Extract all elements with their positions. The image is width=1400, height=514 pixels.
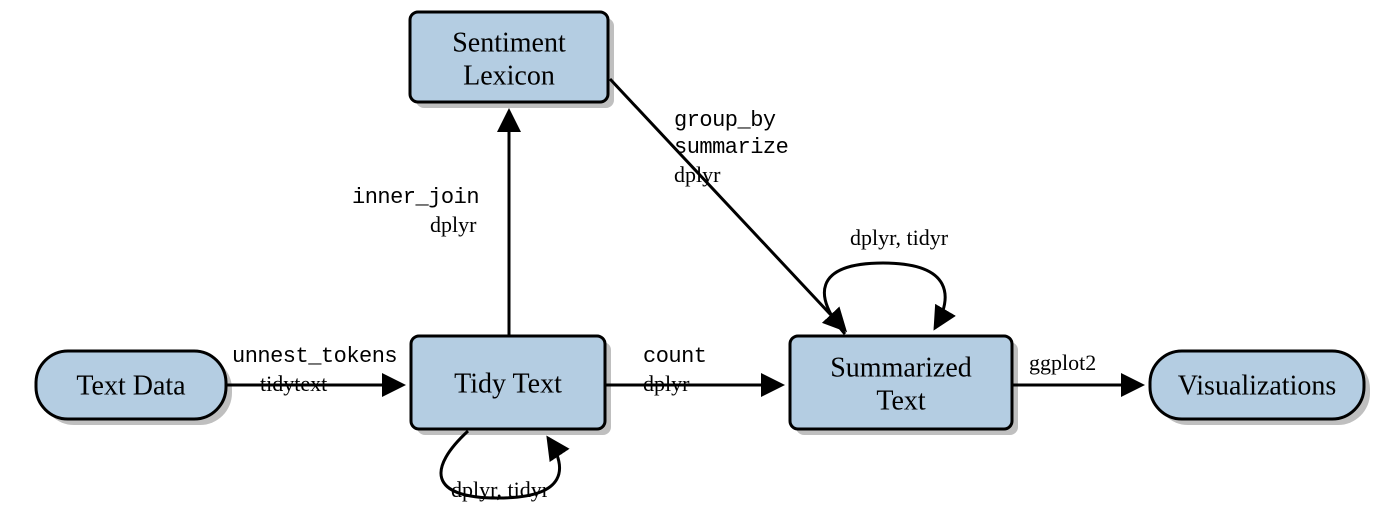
node-visualizations: Visualizations xyxy=(1150,351,1370,425)
node-tidy-text: Tidy Text xyxy=(411,336,611,435)
node-text-data: Text Data xyxy=(36,351,232,425)
edge-label-dplyr-groupby: dplyr xyxy=(674,162,788,188)
node-summarized-text-label-2: Text xyxy=(876,385,926,416)
edge-label-inner-join: inner_join xyxy=(352,185,479,210)
node-sentiment-lexicon: Sentiment Lexicon xyxy=(410,12,614,108)
edge-label-dplyr-count: dplyr xyxy=(643,371,707,397)
node-text-data-label: Text Data xyxy=(76,370,186,401)
edge-label-ggplot2: ggplot2 xyxy=(1029,350,1096,376)
node-tidy-text-label: Tidy Text xyxy=(454,368,562,399)
node-sentiment-lexicon-label-2: Lexicon xyxy=(463,60,555,91)
edge-label-count: count xyxy=(643,344,707,369)
edge-label-group-by: group_by xyxy=(674,108,788,133)
edge-label-dplyr-ij: dplyr xyxy=(352,212,479,238)
edge-label-summarize: summarize xyxy=(674,135,788,160)
edge-label-unnest-tokens: unnest_tokens xyxy=(232,344,397,369)
edge-label-tidytext-loop: dplyr, tidyr xyxy=(451,477,549,503)
node-sentiment-lexicon-label-1: Sentiment xyxy=(452,27,566,58)
edge-label-summarized-loop: dplyr, tidyr xyxy=(850,225,948,251)
node-summarized-text: Summarized Text xyxy=(790,336,1018,435)
node-visualizations-label: Visualizations xyxy=(1178,370,1337,401)
edge-summarized-selfloop xyxy=(824,263,945,334)
node-summarized-text-label-1: Summarized xyxy=(830,352,972,383)
edge-label-tidytext: tidytext xyxy=(232,371,397,397)
